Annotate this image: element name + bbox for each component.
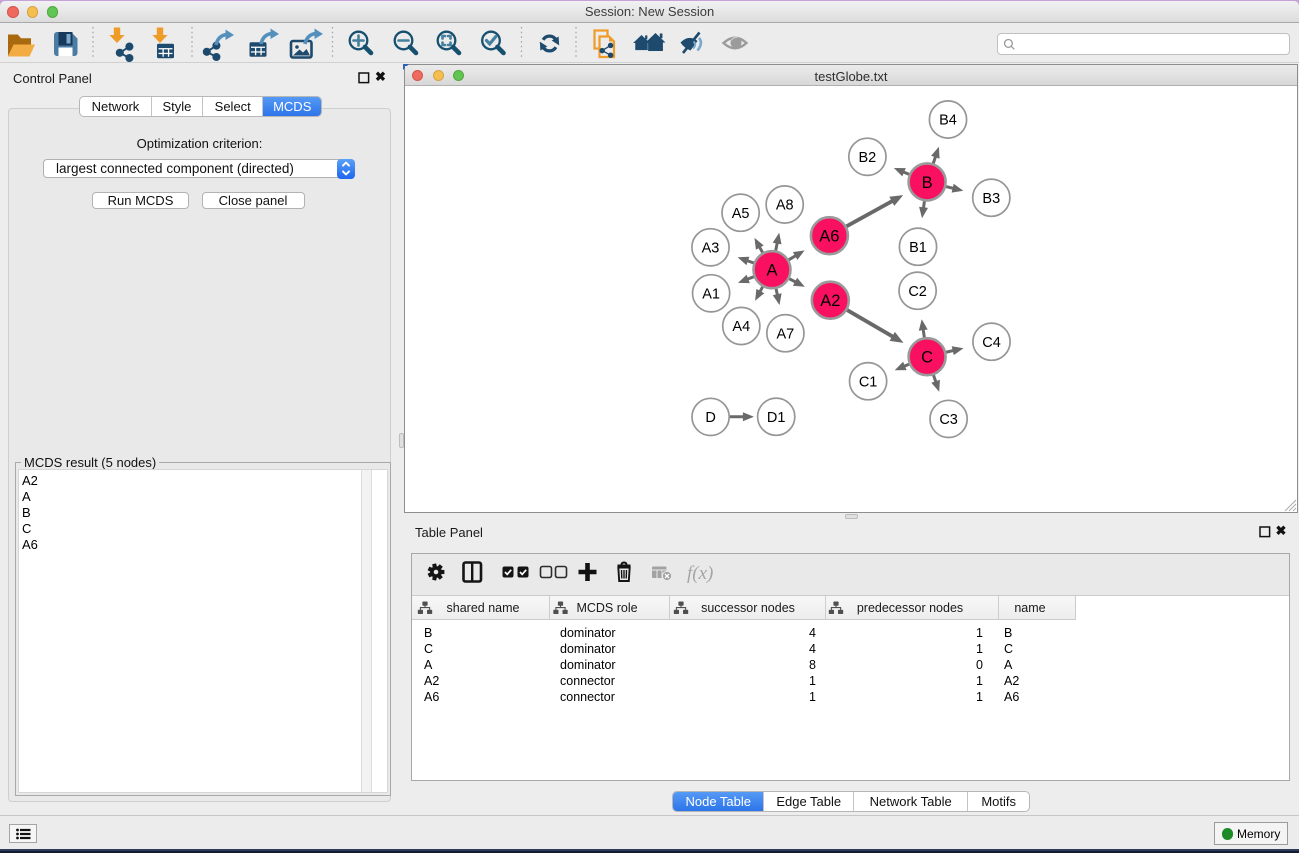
svg-text:A2: A2 bbox=[820, 292, 840, 310]
svg-text:A1: A1 bbox=[702, 287, 720, 303]
svg-text:C: C bbox=[921, 349, 933, 367]
svg-text:A8: A8 bbox=[776, 198, 794, 214]
svg-text:C1: C1 bbox=[859, 374, 878, 390]
svg-text:C4: C4 bbox=[982, 335, 1001, 351]
svg-text:A3: A3 bbox=[702, 241, 720, 257]
svg-text:A6: A6 bbox=[819, 228, 839, 246]
svg-text:A: A bbox=[766, 262, 777, 280]
svg-text:B: B bbox=[922, 174, 933, 192]
svg-text:B4: B4 bbox=[939, 113, 957, 129]
svg-text:A7: A7 bbox=[777, 326, 795, 342]
svg-text:B1: B1 bbox=[909, 240, 927, 256]
svg-text:D1: D1 bbox=[767, 410, 786, 426]
svg-text:B3: B3 bbox=[982, 191, 1000, 207]
svg-text:C2: C2 bbox=[908, 284, 927, 300]
svg-text:A4: A4 bbox=[732, 319, 750, 335]
svg-text:A5: A5 bbox=[732, 206, 750, 222]
svg-text:f(x): f(x) bbox=[687, 563, 713, 584]
svg-text:C3: C3 bbox=[939, 412, 958, 428]
svg-text:B2: B2 bbox=[859, 150, 877, 166]
svg-text:D: D bbox=[705, 410, 715, 426]
